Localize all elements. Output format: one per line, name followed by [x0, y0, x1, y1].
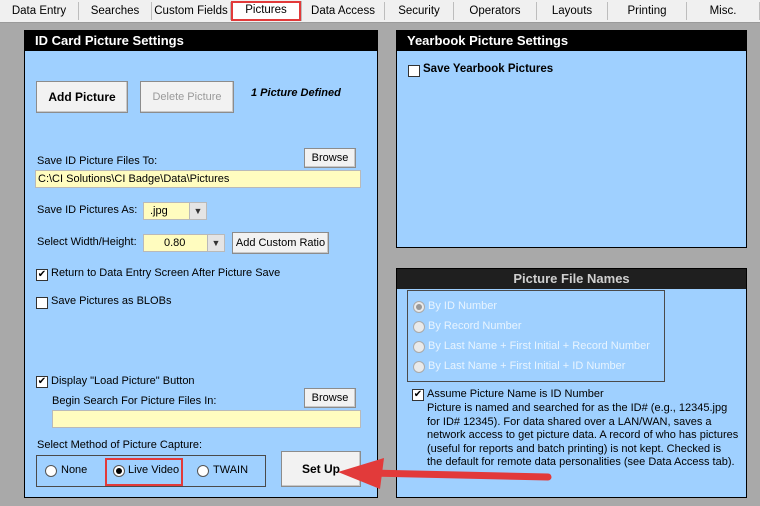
chevron-down-icon[interactable]: ▼	[189, 203, 206, 219]
radio-dot-icon	[116, 468, 122, 474]
save-path-field[interactable]: C:\CI Solutions\CI Badge\Data\Pictures	[35, 170, 361, 188]
by-name-id-label: By Last Name + First Initial + ID Number	[428, 360, 626, 372]
begin-search-field[interactable]	[52, 410, 361, 428]
capture-live-video-label: Live Video	[128, 464, 180, 476]
tab-layouts[interactable]: Layouts	[537, 2, 608, 20]
return-to-entry-checkbox[interactable]: ✔	[36, 269, 48, 281]
save-as-label: Save ID Pictures As:	[37, 204, 138, 216]
id-card-panel: ID Card Picture Settings Add Picture Del…	[24, 30, 378, 498]
capture-none-radio[interactable]	[45, 465, 57, 477]
width-height-select[interactable]: 0.80 ▼	[143, 234, 225, 252]
tab-misc[interactable]: Misc.	[687, 2, 760, 20]
tab-searches[interactable]: Searches	[79, 2, 152, 20]
checkmark-icon: ✔	[37, 376, 47, 387]
capture-label: Select Method of Picture Capture:	[37, 439, 203, 451]
tab-custom-fields[interactable]: Custom Fields	[152, 2, 231, 20]
delete-picture-button[interactable]: Delete Picture	[140, 81, 234, 113]
by-record-number-radio[interactable]	[413, 321, 425, 333]
save-yearbook-checkbox[interactable]	[408, 65, 420, 77]
capture-live-video-radio[interactable]	[113, 465, 125, 477]
tab-operators[interactable]: Operators	[454, 2, 537, 20]
save-as-select[interactable]: .jpg ▼	[143, 202, 207, 220]
display-load-label: Display "Load Picture" Button	[51, 375, 195, 387]
browse-button-2[interactable]: Browse	[304, 388, 356, 408]
checkmark-icon: ✔	[37, 269, 47, 280]
tab-data-access[interactable]: Data Access	[302, 2, 385, 20]
return-to-entry-label: Return to Data Entry Screen After Pictur…	[51, 267, 281, 279]
by-id-number-radio[interactable]	[413, 301, 425, 313]
tab-pictures[interactable]: Pictures	[231, 1, 302, 21]
chevron-down-icon[interactable]: ▼	[207, 235, 224, 251]
file-names-title: Picture File Names	[397, 269, 746, 289]
capture-method-group: None Live Video TWAIN	[36, 455, 266, 487]
add-picture-button[interactable]: Add Picture	[36, 81, 128, 113]
yearbook-panel: Yearbook Picture Settings Save Yearbook …	[396, 30, 747, 248]
save-yearbook-label: Save Yearbook Pictures	[423, 63, 554, 75]
yearbook-title: Yearbook Picture Settings	[397, 31, 746, 51]
radio-dot-icon	[416, 304, 422, 310]
by-record-number-label: By Record Number	[428, 320, 522, 332]
width-height-label: Select Width/Height:	[37, 236, 137, 248]
capture-twain-label: TWAIN	[213, 464, 249, 476]
by-name-record-label: By Last Name + First Initial + Record Nu…	[428, 340, 650, 352]
annotation-arrow-icon	[338, 458, 552, 489]
by-name-id-radio[interactable]	[413, 361, 425, 373]
width-height-value: 0.80	[164, 237, 186, 249]
add-custom-ratio-button[interactable]: Add Custom Ratio	[232, 232, 329, 254]
save-blobs-checkbox[interactable]	[36, 297, 48, 309]
capture-none-label: None	[61, 464, 88, 476]
save-blobs-label: Save Pictures as BLOBs	[51, 295, 172, 307]
assume-id-label: Assume Picture Name is ID Number	[427, 388, 604, 400]
file-names-option-group: By ID Number By Record Number By Last Na…	[407, 290, 665, 382]
display-load-checkbox[interactable]: ✔	[36, 376, 48, 388]
assume-id-checkbox[interactable]: ✔	[412, 389, 424, 401]
checkmark-icon: ✔	[413, 389, 423, 400]
save-as-value: .jpg	[150, 205, 168, 217]
tab-data-entry[interactable]: Data Entry	[0, 2, 79, 20]
picture-count: 1 Picture Defined	[251, 87, 341, 99]
tab-bar: Data Entry Searches Custom Fields Pictur…	[0, 0, 760, 23]
save-to-label: Save ID Picture Files To:	[37, 155, 158, 167]
capture-twain-radio[interactable]	[197, 465, 209, 477]
id-card-title: ID Card Picture Settings	[25, 31, 377, 51]
tab-printing[interactable]: Printing	[608, 2, 687, 20]
begin-search-label: Begin Search For Picture Files In:	[52, 395, 217, 407]
by-id-number-label: By ID Number	[428, 300, 498, 312]
tab-security[interactable]: Security	[385, 2, 454, 20]
by-name-record-radio[interactable]	[413, 341, 425, 353]
browse-button[interactable]: Browse	[304, 148, 356, 168]
